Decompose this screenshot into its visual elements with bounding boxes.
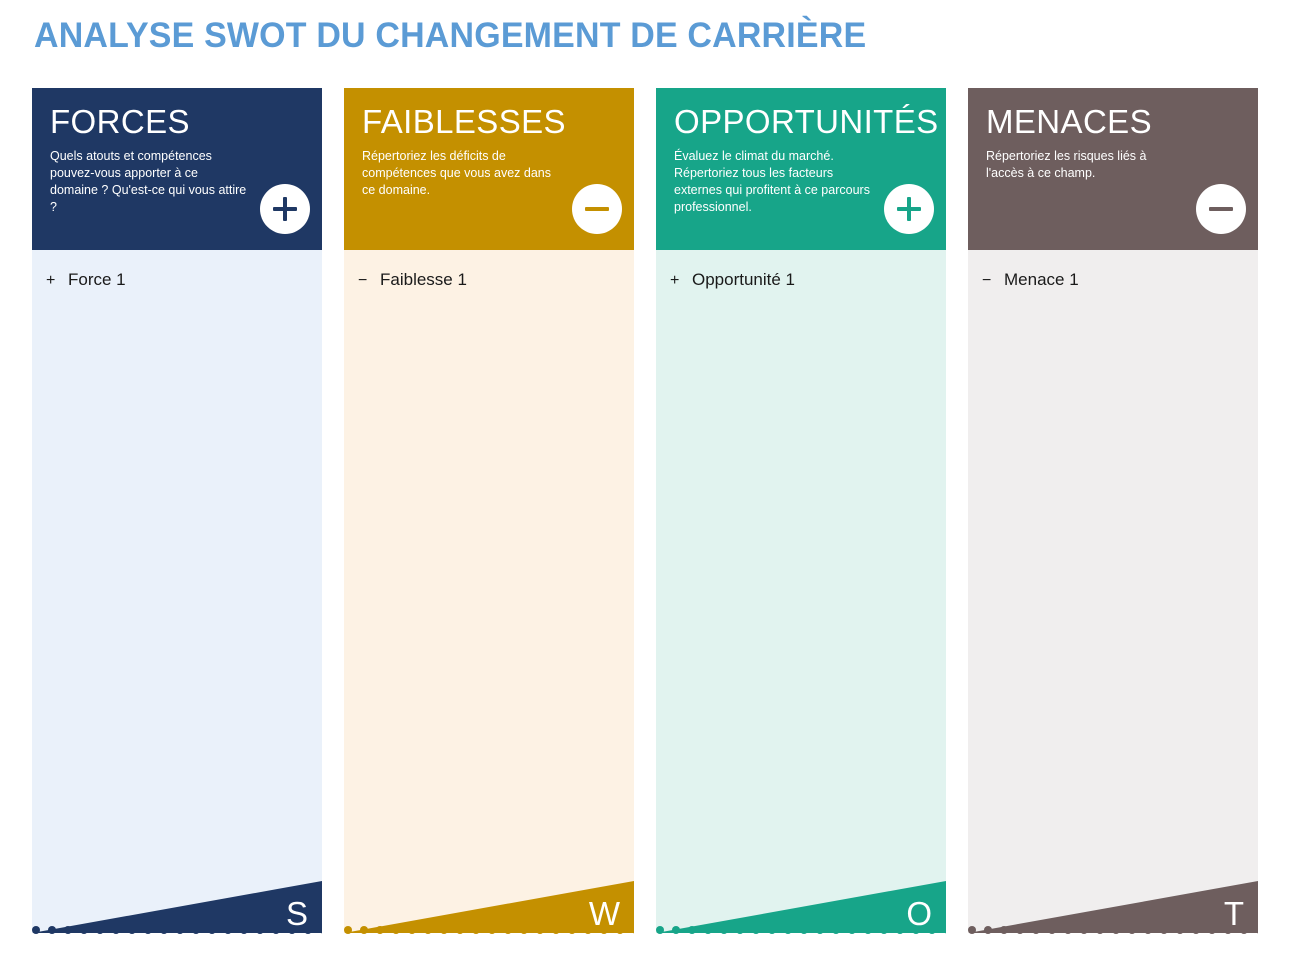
entry-sign: + bbox=[670, 272, 680, 289]
panel-heading: FAIBLESSES bbox=[362, 103, 566, 140]
panel-body-strengths: + Force 1 S bbox=[32, 250, 322, 933]
entry-list-weaknesses: − Faiblesse 1 bbox=[344, 250, 634, 293]
panel-body-weaknesses: − Faiblesse 1 W bbox=[344, 250, 634, 933]
panel-body-opportunities: + Opportunité 1 O bbox=[656, 250, 946, 933]
panel-letter-badge: S bbox=[285, 895, 308, 932]
entry-label: Faiblesse 1 bbox=[380, 270, 467, 289]
swot-page: ANALYSE SWOT DU CHANGEMENT DE CARRIÈRE F… bbox=[0, 0, 1290, 959]
panel-heading: FORCES bbox=[50, 103, 190, 140]
panel-header-threats: MENACES Répertoriez les risques liés à l'… bbox=[968, 88, 1258, 250]
entry-list-threats: − Menace 1 bbox=[968, 250, 1258, 293]
entry-label: Force 1 bbox=[68, 270, 126, 289]
panel-heading: MENACES bbox=[986, 103, 1152, 140]
minus-icon[interactable] bbox=[1196, 184, 1246, 234]
list-item[interactable]: + Opportunité 1 bbox=[670, 268, 932, 293]
minus-icon[interactable] bbox=[572, 184, 622, 234]
plus-icon[interactable] bbox=[260, 184, 310, 234]
panel-description: Répertoriez les déficits de compétences … bbox=[362, 149, 552, 197]
entry-label: Opportunité 1 bbox=[692, 270, 796, 289]
entry-sign: − bbox=[358, 272, 368, 289]
panel-letter-badge: T bbox=[1223, 895, 1244, 932]
badge-bar-horizontal bbox=[1209, 206, 1233, 212]
panel-description: Quels atouts et compétences pouvez-vous … bbox=[50, 149, 247, 214]
badge-bar-vertical bbox=[906, 197, 912, 221]
list-item[interactable]: − Faiblesse 1 bbox=[358, 268, 620, 293]
swot-panel-grid: FORCES Quels atouts et compétences pouvez… bbox=[32, 88, 1260, 933]
badge-bar-horizontal bbox=[585, 206, 609, 212]
panel-body-threats: − Menace 1 T bbox=[968, 250, 1258, 933]
page-title: ANALYSE SWOT DU CHANGEMENT DE CARRIÈRE bbox=[34, 16, 867, 55]
list-item[interactable]: + Force 1 bbox=[46, 268, 308, 293]
corner-triangle-decoration bbox=[32, 881, 322, 933]
entry-label: Menace 1 bbox=[1004, 270, 1079, 289]
corner-triangle-decoration bbox=[656, 881, 946, 933]
entry-sign: − bbox=[982, 272, 992, 289]
panel-description: Évaluez le climat du marché. Répertoriez… bbox=[674, 149, 870, 214]
panel-header-strengths: FORCES Quels atouts et compétences pouvez… bbox=[32, 88, 322, 250]
entry-list-strengths: + Force 1 bbox=[32, 250, 322, 293]
swot-panel-threats: MENACES Répertoriez les risques liés à l'… bbox=[968, 88, 1258, 933]
panel-header-opportunities: OPPORTUNITÉS Évaluez le climat du marché.… bbox=[656, 88, 946, 250]
list-item[interactable]: − Menace 1 bbox=[982, 268, 1244, 293]
swot-panel-opportunities: OPPORTUNITÉS Évaluez le climat du marché.… bbox=[656, 88, 946, 933]
panel-heading: OPPORTUNITÉS bbox=[674, 103, 939, 140]
swot-panel-strengths: FORCES Quels atouts et compétences pouvez… bbox=[32, 88, 322, 933]
panel-description: Répertoriez les risques liés à l'accès à… bbox=[986, 149, 1147, 180]
badge-bar-vertical bbox=[282, 197, 288, 221]
panel-header-weaknesses: FAIBLESSES Répertoriez les déficits de co… bbox=[344, 88, 634, 250]
entry-list-opportunities: + Opportunité 1 bbox=[656, 250, 946, 293]
plus-icon[interactable] bbox=[884, 184, 934, 234]
entry-sign: + bbox=[46, 272, 56, 289]
panel-letter-badge: W bbox=[588, 895, 620, 932]
corner-triangle-decoration bbox=[968, 881, 1258, 933]
swot-panel-weaknesses: FAIBLESSES Répertoriez les déficits de co… bbox=[344, 88, 634, 933]
panel-letter-badge: O bbox=[906, 895, 932, 932]
